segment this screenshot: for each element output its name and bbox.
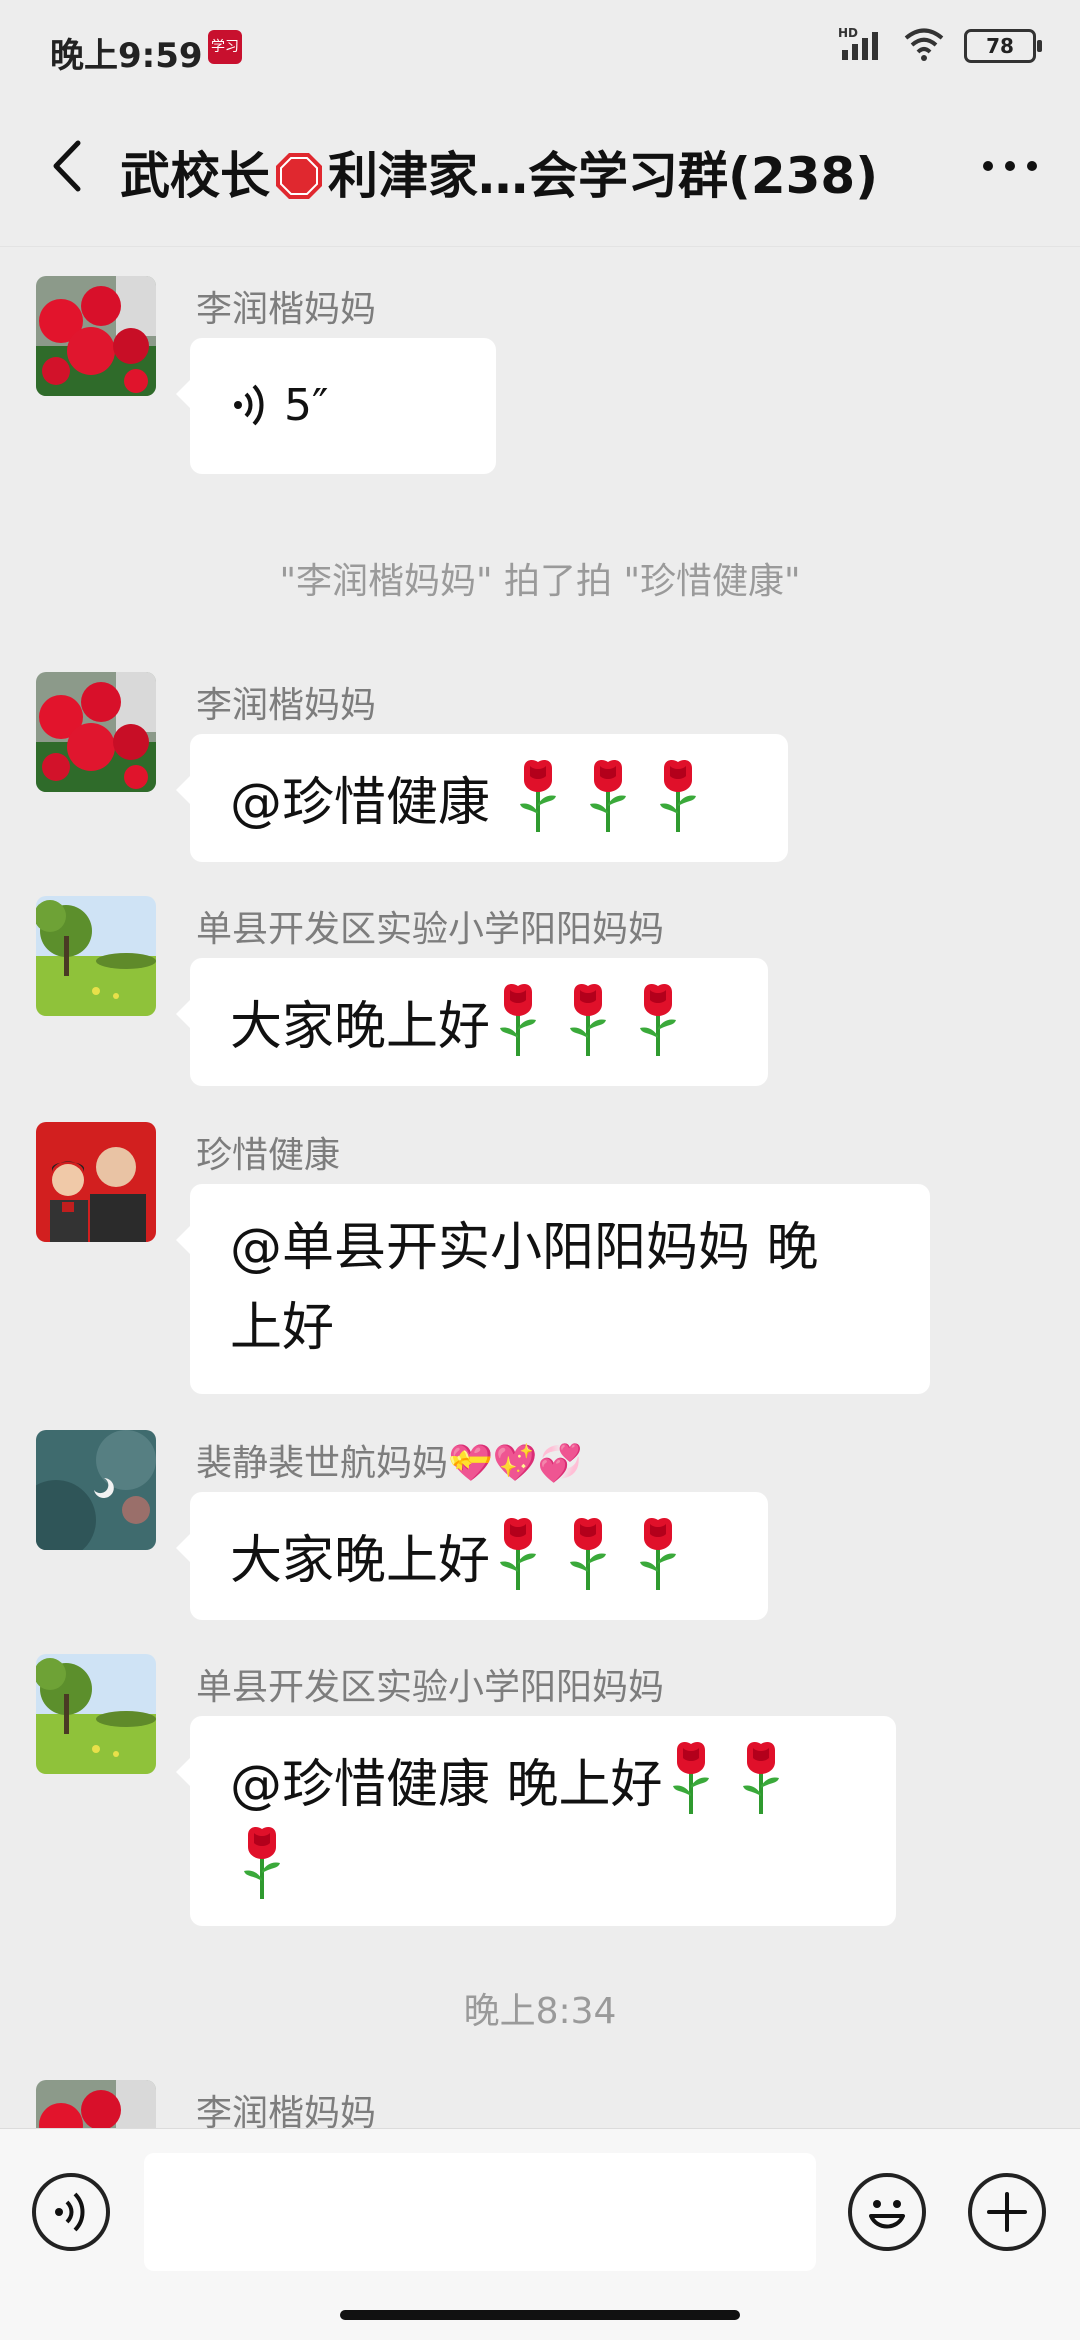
home-indicator[interactable] bbox=[340, 2310, 740, 2320]
sender-name: 珍惜健康 bbox=[196, 1135, 341, 1176]
sender-name: 裴静裴世航妈妈💝💖💞 bbox=[196, 1434, 583, 1486]
wifi-icon bbox=[902, 26, 946, 66]
chat-header: 武校长 利津家…会学习群(238) bbox=[0, 96, 1080, 247]
app-notification-icon: 学习 bbox=[208, 30, 242, 64]
message-bubble[interactable]: @单县开实小阳阳妈妈 晚 上好 bbox=[176, 1184, 930, 1394]
avatar[interactable] bbox=[36, 896, 156, 1016]
emoji-button[interactable] bbox=[848, 2173, 926, 2251]
message-bubble[interactable]: 大家晚上好 bbox=[176, 1492, 768, 1620]
rose-emoji bbox=[636, 1516, 680, 1592]
message-text-line: 上好 bbox=[230, 1298, 335, 1358]
timestamp: 晚上8:34 bbox=[463, 1991, 617, 2032]
message-text-line: @单县开实小阳阳妈妈 晚 bbox=[230, 1218, 819, 1278]
message-text-line: @珍惜健康 晚上好 bbox=[230, 1740, 856, 1825]
message-bubble[interactable]: @珍惜健康 晚上好 bbox=[176, 1716, 896, 1926]
stop-sign-icon bbox=[276, 153, 322, 199]
rose-emoji bbox=[496, 1516, 540, 1592]
status-bar: 晚上9:59 学习 HD 78 bbox=[0, 0, 1080, 96]
avatar[interactable] bbox=[36, 276, 156, 396]
more-options-button[interactable] bbox=[970, 136, 1050, 196]
voice-wave-icon bbox=[55, 2192, 85, 2232]
rose-emoji bbox=[496, 982, 540, 1058]
message-text: 大家晚上好 bbox=[230, 1531, 491, 1591]
sender-name: 单县开发区实验小学阳阳妈妈 bbox=[196, 909, 665, 950]
avatar[interactable] bbox=[36, 2080, 156, 2128]
sender-name: 李润楷妈妈 bbox=[196, 2093, 377, 2128]
chat-title-part2: 利津家…会学习群(238) bbox=[328, 147, 879, 205]
more-dots-icon bbox=[983, 161, 1037, 171]
rose-emoji bbox=[586, 758, 630, 834]
chat-title: 武校长 利津家…会学习群(238) bbox=[120, 136, 940, 208]
signal-icon: HD bbox=[838, 26, 884, 66]
status-indicators: HD 78 bbox=[838, 26, 1042, 66]
smiley-icon bbox=[869, 2200, 905, 2229]
rose-emoji bbox=[636, 982, 680, 1058]
status-time: 晚上9:59 bbox=[50, 36, 203, 76]
battery-icon: 78 bbox=[964, 29, 1042, 63]
message-input[interactable] bbox=[144, 2153, 816, 2271]
back-button[interactable] bbox=[38, 136, 98, 196]
avatar[interactable] bbox=[36, 1430, 156, 1550]
voice-duration: 5″ bbox=[284, 380, 329, 431]
chat-title-part1: 武校长 bbox=[120, 147, 270, 205]
message-text: 大家晚上好 bbox=[230, 997, 491, 1057]
message-bubble[interactable]: 大家晚上好 bbox=[176, 958, 768, 1086]
chevron-left-icon bbox=[53, 140, 81, 192]
add-more-button[interactable] bbox=[968, 2173, 1046, 2251]
sender-emoji: 💝💖💞 bbox=[448, 1443, 583, 1484]
voice-input-button[interactable] bbox=[32, 2173, 110, 2251]
sender-name: 李润楷妈妈 bbox=[196, 685, 377, 726]
rose-emoji bbox=[669, 1740, 713, 1816]
rose-emoji bbox=[240, 1825, 284, 1901]
avatar[interactable] bbox=[36, 672, 156, 792]
rose-emoji bbox=[656, 758, 700, 834]
message-bubble[interactable]: @珍惜健康 bbox=[176, 734, 788, 862]
message-text-line bbox=[230, 1825, 856, 1910]
voice-message-bubble[interactable]: 5″ bbox=[176, 338, 496, 474]
sender-name-text: 裴静裴世航妈妈 bbox=[196, 1443, 449, 1484]
avatar[interactable] bbox=[36, 1654, 156, 1774]
avatar[interactable] bbox=[36, 1122, 156, 1242]
message-text: @珍惜健康 bbox=[230, 773, 491, 833]
voice-wave-icon bbox=[234, 384, 264, 426]
message-text: @珍惜健康 晚上好 bbox=[230, 1755, 663, 1815]
input-bar bbox=[0, 2128, 1080, 2340]
rose-emoji bbox=[739, 1740, 783, 1816]
svg-text:HD: HD bbox=[838, 26, 858, 40]
message-item: 李润楷妈妈 bbox=[0, 2080, 1080, 2128]
rose-emoji bbox=[516, 758, 560, 834]
chat-screen: 晚上9:59 学习 HD 78 武校长 利津家…会学习群(238) 李润楷妈妈 … bbox=[0, 0, 1080, 2340]
pat-notice: "李润楷妈妈" 拍了拍 "珍惜健康" bbox=[279, 561, 801, 602]
plus-icon bbox=[987, 2192, 1027, 2232]
rose-emoji bbox=[566, 982, 610, 1058]
sender-name: 李润楷妈妈 bbox=[196, 289, 377, 330]
sender-name: 单县开发区实验小学阳阳妈妈 bbox=[196, 1667, 665, 1708]
rose-emoji bbox=[566, 1516, 610, 1592]
